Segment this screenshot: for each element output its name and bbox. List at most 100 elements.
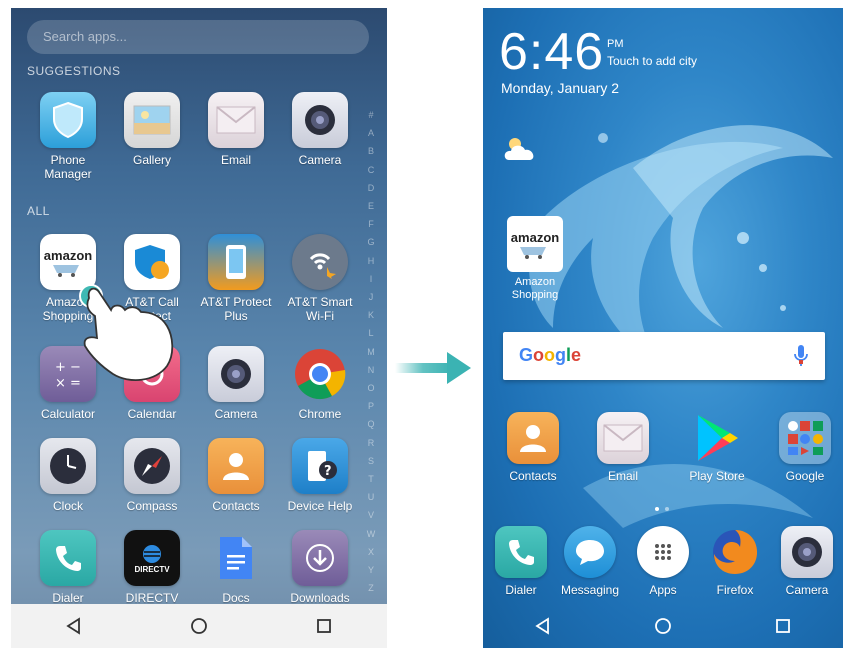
alphabet-index-letter[interactable]: F [368,215,374,233]
app-label: Camera [785,583,829,597]
suggestions-heading: SUGGESTIONS [27,64,121,78]
app-contacts[interactable]: Contacts [194,438,278,513]
alphabet-index-letter[interactable]: B [368,142,374,160]
alphabet-index-letter[interactable]: A [368,124,374,142]
app-email[interactable]: Email [194,92,278,167]
home-app-play-store[interactable]: Play Store [681,412,753,483]
clock-time[interactable]: 6:46 [499,22,604,82]
alphabet-index-letter[interactable]: S [368,452,374,470]
app-label: AT&T Protect Plus [200,295,272,323]
amazon-icon: amazon [507,216,563,272]
google-logo-letter: o [544,345,556,365]
app-label: Google [785,469,825,483]
alphabet-scroll-index[interactable]: # A B C D E F G H I J K L M N O P Q R S T U V W X Y Z [365,106,377,597]
clock-icon [40,438,96,494]
app-downloads[interactable]: Downloads [278,530,362,605]
alphabet-index-letter[interactable]: M [367,343,375,361]
google-search-bar[interactable]: Google [503,332,825,380]
dock-app-dialer[interactable]: Dialer [485,526,557,597]
alphabet-index-letter[interactable]: V [368,506,374,524]
phone-icon [495,526,547,578]
alphabet-index-letter[interactable]: U [368,488,375,506]
download-icon [292,530,348,586]
alphabet-index-letter[interactable]: K [368,306,374,324]
alphabet-index-letter[interactable]: T [368,470,374,488]
back-button[interactable] [54,606,94,646]
weather-cloud-icon[interactable] [503,136,537,162]
alphabet-index-letter[interactable]: I [370,270,373,288]
alphabet-index-letter[interactable]: Z [368,579,374,597]
app-clock[interactable]: Clock [26,438,110,513]
search-apps-input[interactable]: Search apps... [27,20,369,54]
app-docs[interactable]: Docs [194,530,278,605]
app-compass[interactable]: Compass [110,438,194,513]
email-icon [597,412,649,464]
alphabet-index-letter[interactable]: N [368,361,375,379]
alphabet-index-letter[interactable]: Y [368,561,374,579]
contacts-icon [507,412,559,464]
home-app-contacts[interactable]: Contacts [497,412,569,483]
alphabet-index-letter[interactable]: L [368,324,373,342]
alphabet-index-letter[interactable]: J [369,288,374,306]
camera-icon [292,92,348,148]
alphabet-index-letter[interactable]: Q [367,415,374,433]
svg-text:+: + [55,360,66,375]
alphabet-index-letter[interactable]: C [368,161,375,179]
home-app-email[interactable]: Email [587,412,659,483]
dock-app-drawer-button[interactable]: Apps [627,526,699,597]
home-screen: 6:46 PM Touch to add city Monday, Januar… [483,8,843,648]
alphabet-index-letter[interactable]: H [368,252,375,270]
app-label: Calculator [40,407,96,421]
chrome-icon [292,346,348,402]
shield-icon [40,92,96,148]
app-att-smart-wifi[interactable]: AT&T Smart Wi-Fi [278,234,362,323]
app-label: DIRECTV [125,591,179,605]
add-city-link[interactable]: Touch to add city [607,54,697,68]
recents-button[interactable] [763,606,803,646]
dock-app-firefox[interactable]: Firefox [699,526,771,597]
back-icon [65,617,80,635]
app-device-help[interactable]: ? Device Help [278,438,362,513]
alphabet-index-letter[interactable]: W [367,525,376,543]
home-app-google-folder[interactable]: Google [769,412,841,483]
app-label: Docs [222,591,250,605]
app-att-protect-plus[interactable]: AT&T Protect Plus [194,234,278,323]
recents-button[interactable] [304,606,344,646]
app-camera-2[interactable]: Camera [194,346,278,421]
alphabet-index-letter[interactable]: # [368,106,373,124]
google-logo: Google [519,345,581,366]
transition-arrow-icon [395,352,471,384]
alphabet-index-letter[interactable]: P [368,397,374,415]
alphabet-index-letter[interactable]: G [367,233,374,251]
alphabet-index-letter[interactable]: O [367,379,374,397]
alphabet-index-letter[interactable]: E [368,197,374,215]
app-label: Dialer [52,591,84,605]
dock-app-messaging[interactable]: Messaging [554,526,626,597]
app-label: Email [220,153,251,167]
dock-app-camera[interactable]: Camera [771,526,843,597]
app-label: Apps [649,583,677,597]
app-label: Downloads [290,591,350,605]
alphabet-index-letter[interactable]: R [368,434,375,452]
device-help-icon: ? [292,438,348,494]
app-dialer[interactable]: Dialer [26,530,110,605]
home-button[interactable] [643,606,683,646]
app-label: Amazon Shopping [511,276,559,301]
contacts-icon [208,438,264,494]
navigation-bar [483,604,843,648]
app-gallery[interactable]: Gallery [110,92,194,167]
app-camera[interactable]: Camera [278,92,362,167]
app-phone-manager[interactable]: Phone Manager [26,92,110,181]
directv-icon: DIRECTV [124,530,180,586]
home-button[interactable] [179,606,219,646]
app-label: Camera [214,407,258,421]
home-app-amazon-shopping[interactable]: amazon Amazon Shopping [505,216,565,302]
alphabet-index-letter[interactable]: D [368,179,375,197]
app-label: Device Help [287,499,353,513]
back-button[interactable] [523,606,563,646]
alphabet-index-letter[interactable]: X [368,543,374,561]
app-directv[interactable]: DIRECTV DIRECTV [110,530,194,605]
gallery-icon [124,92,180,148]
app-chrome[interactable]: Chrome [278,346,362,421]
microphone-icon[interactable] [793,344,809,368]
